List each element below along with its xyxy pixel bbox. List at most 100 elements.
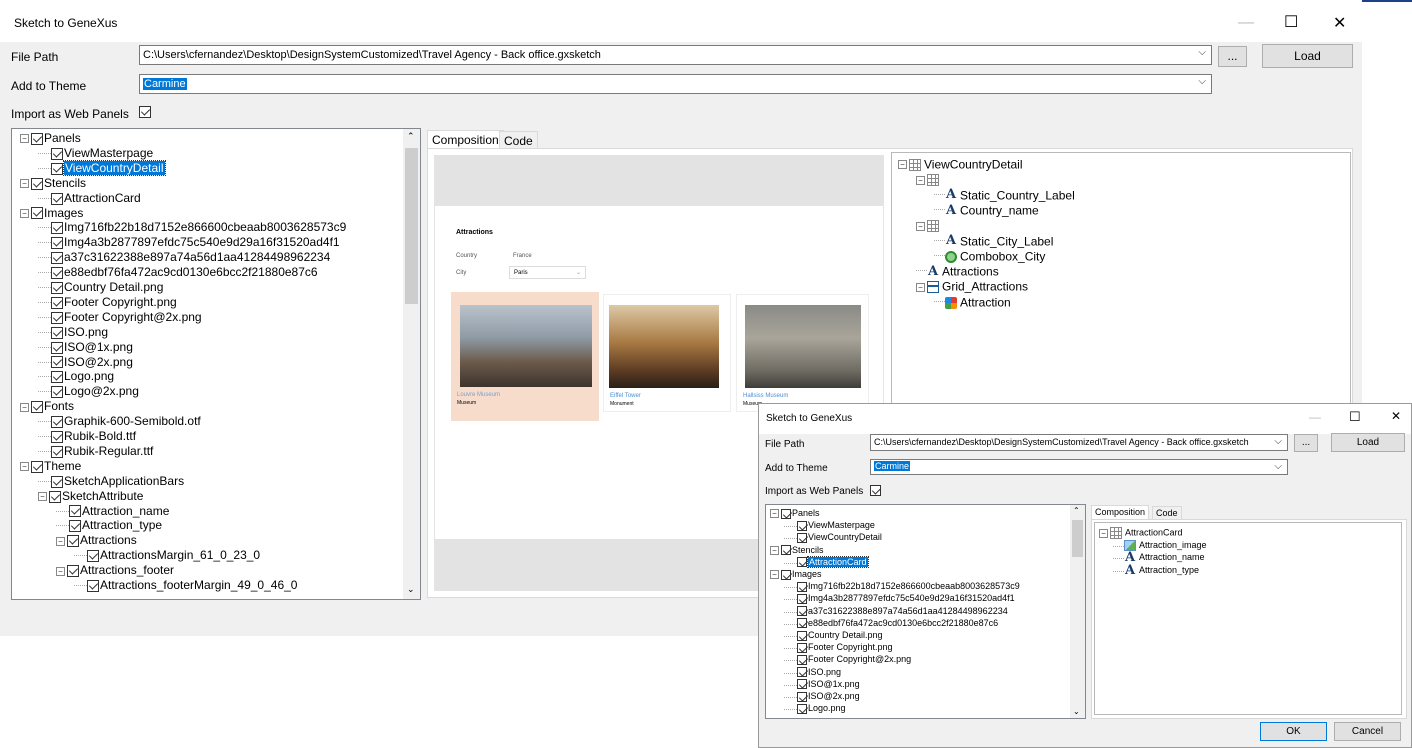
structure-node[interactable]: −	[916, 218, 942, 233]
collapse-icon[interactable]: −	[770, 545, 779, 555]
load-button[interactable]: Load	[1262, 44, 1353, 68]
collapse-icon[interactable]: −	[916, 221, 925, 231]
structure-node[interactable]: A Static_City_Label	[934, 233, 1053, 249]
tree-node-checkbox[interactable]	[51, 356, 63, 369]
tree-node-checkbox[interactable]	[51, 252, 63, 265]
file-path-combo[interactable]: C:\Users\cfernandez\Desktop\DesignSystem…	[139, 45, 1212, 65]
chevron-down-icon[interactable]: ⌵	[1271, 436, 1282, 447]
tree-node-checkbox[interactable]	[51, 371, 63, 384]
overlay-close-button[interactable]: ✕	[1391, 409, 1401, 423]
tree-node-checkbox[interactable]	[51, 296, 63, 309]
tree-node[interactable]: SketchApplicationBars	[38, 474, 184, 490]
tree-node-checkbox[interactable]	[51, 326, 63, 339]
tree-node-checkbox[interactable]	[797, 594, 807, 605]
overlay-structure-tree[interactable]: − AttractionCard Attraction_image A Attracti…	[1094, 522, 1402, 715]
structure-node[interactable]: − Grid_Attractions	[916, 279, 1028, 294]
tree-node-checkbox[interactable]	[31, 177, 43, 190]
tree-node-checkbox[interactable]	[31, 132, 43, 145]
tree-node-checkbox[interactable]	[31, 401, 43, 414]
scroll-down-icon[interactable]: ⌄	[1073, 707, 1080, 716]
tree-node-checkbox[interactable]	[87, 579, 99, 592]
tree-node-checkbox[interactable]	[781, 545, 791, 556]
theme-combo[interactable]: Carmine ⌵	[139, 74, 1212, 94]
scrollbar-thumb[interactable]	[405, 148, 418, 304]
collapse-icon[interactable]: −	[770, 509, 779, 519]
overlay-maximize-button[interactable]: ☐	[1349, 409, 1361, 425]
tree-node[interactable]: AttractionCard	[784, 555, 869, 569]
tree-node-checkbox[interactable]	[51, 416, 63, 429]
scroll-up-icon[interactable]: ⌃	[407, 131, 415, 142]
tab-code[interactable]: Code	[499, 131, 538, 149]
overlay-file-path-combo[interactable]: C:\Users\cfernandez\Desktop\DesignSystem…	[870, 434, 1288, 451]
collapse-icon[interactable]: −	[56, 536, 65, 546]
collapse-icon[interactable]: −	[20, 134, 29, 144]
tree-node-checkbox[interactable]	[797, 630, 807, 641]
tree-node[interactable]: − Panels	[20, 131, 81, 147]
tree-node-checkbox[interactable]	[87, 550, 99, 563]
structure-node[interactable]: −	[916, 172, 942, 187]
tree-node-checkbox[interactable]	[31, 460, 43, 473]
tree-node[interactable]: ViewMasterpage	[38, 146, 153, 162]
tree-node-checkbox[interactable]	[781, 508, 791, 519]
tree-node[interactable]: ISO@2x.png	[38, 355, 133, 371]
tree-node[interactable]: Graphik-600-Semibold.otf	[38, 414, 201, 430]
tree-node-checkbox[interactable]	[51, 192, 63, 205]
tree-node[interactable]: Img716fb22b18d7152e866600cbeaab800362857…	[784, 581, 1020, 593]
tree-node-checkbox[interactable]	[797, 533, 807, 544]
tree-node[interactable]: Country Detail.png	[784, 630, 883, 642]
tree-node[interactable]: Footer Copyright.png	[38, 295, 177, 311]
tree-node[interactable]: Footer Copyright@2x.png	[784, 654, 911, 666]
assets-tree-scrollbar[interactable]: ⌃ ⌄	[403, 129, 420, 599]
tree-node[interactable]: Logo@2x.png	[38, 384, 139, 400]
collapse-icon[interactable]: −	[1099, 528, 1108, 538]
assets-tree[interactable]: − Panels ViewMasterpage ViewCountryDetail − S…	[11, 128, 421, 600]
tree-node[interactable]: Country Detail.png	[38, 280, 163, 296]
tree-node-checkbox[interactable]	[31, 207, 43, 220]
tree-node-checkbox[interactable]	[51, 222, 63, 235]
tree-node[interactable]: e88edbf76fa472ac9cd0130e6bcc2f21880e87c6	[38, 265, 318, 281]
tree-node-checkbox[interactable]	[51, 475, 63, 488]
tree-node-checkbox[interactable]	[797, 557, 807, 568]
chevron-down-icon[interactable]: ⌵	[1198, 47, 1206, 58]
tree-node-checkbox[interactable]	[51, 281, 63, 294]
overlay-load-button[interactable]: Load	[1331, 433, 1405, 452]
tree-node-checkbox[interactable]	[797, 520, 807, 531]
structure-node[interactable]: − ViewCountryDetail	[898, 157, 1023, 172]
collapse-icon[interactable]: −	[898, 160, 907, 170]
tree-node[interactable]: − Images	[770, 569, 822, 581]
tree-node[interactable]: Img4a3b2877897efdc75c540e9d29a16f31520ad…	[784, 593, 1015, 605]
tree-node[interactable]: Footer Copyright@2x.png	[38, 310, 202, 326]
tree-node[interactable]: Attraction_name	[56, 504, 169, 520]
tree-node-checkbox[interactable]	[797, 606, 807, 617]
tree-node[interactable]: − SketchAttribute	[38, 489, 143, 505]
tree-node-checkbox[interactable]	[69, 520, 81, 533]
chevron-down-icon[interactable]: ⌵	[1198, 76, 1206, 87]
collapse-icon[interactable]: −	[916, 175, 925, 185]
tree-node[interactable]: Img4a3b2877897efdc75c540e9d29a16f31520ad…	[38, 235, 340, 251]
tree-node[interactable]: Logo.png	[784, 703, 846, 715]
tree-node[interactable]: ISO@1x.png	[38, 340, 133, 356]
tree-node[interactable]: ViewCountryDetail	[784, 532, 882, 544]
overlay-browse-button[interactable]: ...	[1294, 434, 1318, 452]
tree-node[interactable]: ISO@2x.png	[784, 691, 860, 703]
tree-node[interactable]: ISO.png	[38, 325, 108, 341]
tree-node[interactable]: ViewMasterpage	[784, 520, 875, 532]
tree-node[interactable]: − Attractions_footer	[56, 563, 174, 579]
overlay-tab-code[interactable]: Code	[1152, 506, 1182, 520]
tree-node[interactable]: − Panels	[770, 508, 820, 520]
tree-node[interactable]: Rubik-Regular.ttf	[38, 444, 153, 460]
tree-node[interactable]: − Theme	[20, 459, 81, 475]
overlay-import-web-panels-checkbox[interactable]	[870, 485, 881, 496]
tree-node[interactable]: AttractionCard	[38, 191, 141, 207]
tree-node-checkbox[interactable]	[67, 565, 79, 578]
tree-node-checkbox[interactable]	[51, 237, 63, 250]
tree-node[interactable]: ISO@1x.png	[784, 679, 860, 691]
structure-node[interactable]: A Static_Country_Label	[934, 187, 1075, 203]
import-web-panels-checkbox[interactable]	[139, 106, 151, 118]
tree-node-checkbox[interactable]	[51, 147, 63, 160]
collapse-icon[interactable]: −	[56, 566, 65, 576]
tree-node-checkbox[interactable]	[51, 386, 63, 399]
structure-node[interactable]: A Attraction_type	[1113, 564, 1199, 578]
tree-node-checkbox[interactable]	[797, 655, 807, 666]
maximize-button[interactable]: ☐	[1284, 12, 1298, 32]
